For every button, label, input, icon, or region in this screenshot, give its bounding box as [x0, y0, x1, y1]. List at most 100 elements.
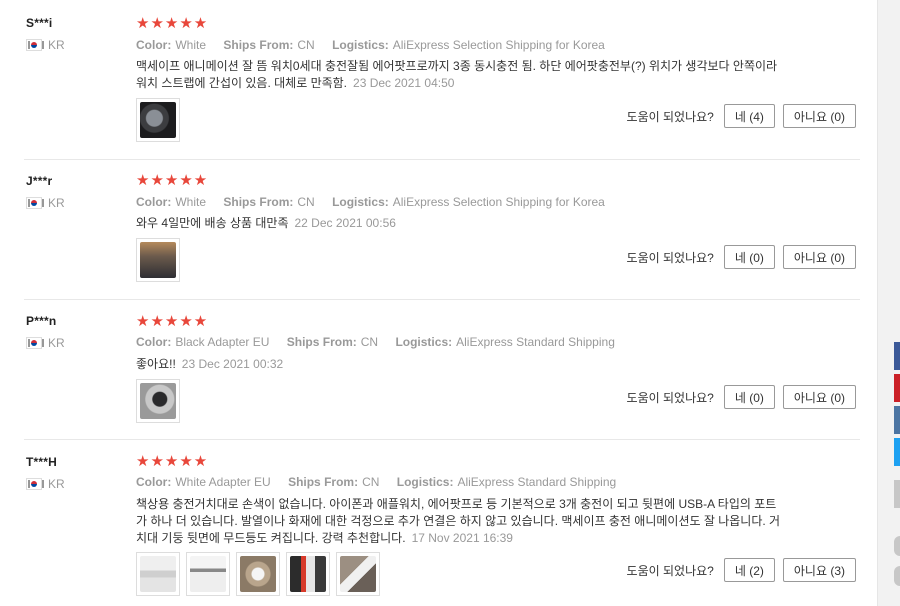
reviews-panel: S***i KR ★★★★★ Color: White Ships From: CN… [0, 0, 878, 606]
helpful-vote: 도움이 되었나요? 네 (0) 아니요 (0) [627, 385, 856, 409]
helpful-vote: 도움이 되었나요? 네 (2) 아니요 (3) [627, 558, 856, 582]
review-meta: Color: White Ships From: CN Logistics: AliE… [136, 195, 619, 209]
helpful-no-button[interactable]: 아니요 (3) [782, 558, 856, 582]
logistics-label: Logistics: [396, 475, 454, 489]
helpful-vote: 도움이 되었나요? 네 (4) 아니요 (0) [627, 104, 856, 128]
helpful-question: 도움이 되었나요? [626, 563, 714, 578]
review-photo[interactable] [136, 552, 180, 596]
kr-flag-icon [26, 39, 44, 51]
review-divider [24, 439, 860, 440]
helpful-question: 도움이 되었나요? [626, 390, 714, 405]
logistics-label: Logistics: [332, 195, 389, 209]
color-label: Color: [136, 38, 172, 52]
logistics-value: AliExpress Selection Shipping for Korea [392, 38, 605, 52]
review-photos [136, 238, 180, 282]
review-photos [136, 98, 180, 142]
review-photo[interactable] [286, 552, 330, 596]
review-meta: Color: Black Adapter EU Ships From: CN Log… [136, 335, 629, 349]
logistics-value: AliExpress Selection Shipping for Korea [392, 195, 605, 209]
review-meta: Color: White Ships From: CN Logistics: AliE… [136, 38, 619, 52]
country-code: KR [48, 477, 65, 491]
star-rating: ★★★★★ [136, 15, 209, 32]
helpful-question: 도움이 되었나요? [626, 109, 714, 124]
ships-from-label: Ships From: [223, 38, 294, 52]
charger-photo-icon [290, 556, 326, 592]
ships-from-label: Ships From: [223, 195, 294, 209]
review-meta: Color: White Adapter EU Ships From: CN Log… [136, 475, 630, 489]
feedback-icon[interactable] [894, 566, 900, 586]
reviewer-country: KR [26, 38, 65, 52]
reviewer-name: P***n [26, 314, 57, 328]
twitter-share-icon[interactable] [894, 438, 900, 466]
review-text: 와우 4일만에 배송 상품 대만족 22 Dec 2021 00:56 [136, 215, 786, 232]
ships-from-value: CN [360, 335, 379, 349]
country-code: KR [48, 336, 65, 350]
ships-from-value: CN [297, 195, 315, 209]
charger-photo-icon [240, 556, 276, 592]
review-body: 와우 4일만에 배송 상품 대만족 [136, 216, 289, 230]
ships-from-label: Ships From: [286, 335, 357, 349]
box-photo-icon [190, 556, 226, 592]
review-photos [136, 379, 180, 423]
logistics-label: Logistics: [332, 38, 389, 52]
review-photos [136, 552, 380, 596]
review-text: 맥세이프 애니메이션 잘 뜸 워치0세대 충전잘됨 에어팟프로까지 3종 동시충… [136, 58, 786, 92]
reviewer-name: J***r [26, 174, 53, 188]
kr-flag-icon [26, 337, 44, 349]
star-rating: ★★★★★ [136, 172, 209, 189]
review-body: 좋아요!! [136, 357, 176, 371]
vk-share-icon[interactable] [894, 406, 900, 434]
color-value: White Adapter EU [175, 475, 271, 489]
review-photo[interactable] [136, 238, 180, 282]
country-code: KR [48, 196, 65, 210]
review-photo[interactable] [186, 552, 230, 596]
charger-photo-icon [140, 383, 176, 419]
review-photo[interactable] [336, 552, 380, 596]
facebook-share-icon[interactable] [894, 342, 900, 370]
color-value: Black Adapter EU [175, 335, 270, 349]
charger-photo-icon [340, 556, 376, 592]
helpful-yes-button[interactable]: 네 (2) [723, 558, 775, 582]
star-rating: ★★★★★ [136, 313, 209, 330]
review-divider [24, 299, 860, 300]
box-photo-icon [140, 556, 176, 592]
reviewer-name: T***H [26, 455, 58, 469]
review-photo[interactable] [136, 379, 180, 423]
helpful-yes-button[interactable]: 네 (4) [723, 104, 775, 128]
review-date: 22 Dec 2021 00:56 [294, 216, 396, 230]
review-photo[interactable] [136, 98, 180, 142]
review-photo[interactable] [236, 552, 280, 596]
color-label: Color: [136, 195, 172, 209]
reviewer-country: KR [26, 196, 65, 210]
review-body: 맥세이프 애니메이션 잘 뜸 워치0세대 충전잘됨 에어팟프로까지 3종 동시충… [136, 59, 778, 90]
helpful-question: 도움이 되었나요? [626, 250, 714, 265]
review-date: 17 Nov 2021 16:39 [411, 531, 513, 545]
reviewer-name: S***i [26, 16, 53, 30]
star-rating: ★★★★★ [136, 453, 209, 470]
logistics-value: AliExpress Standard Shipping [457, 475, 617, 489]
helpful-yes-button[interactable]: 네 (0) [723, 245, 775, 269]
review-date: 23 Dec 2021 00:32 [181, 357, 284, 371]
reviewer-country: KR [26, 477, 65, 491]
review-text: 책상용 충전거치대로 손색이 없습니다. 아이폰과 애플워치, 에어팟프로 등 … [136, 496, 786, 547]
kr-flag-icon [26, 197, 44, 209]
share-more-icon[interactable] [894, 480, 900, 508]
country-code: KR [48, 38, 65, 52]
color-value: White [175, 195, 207, 209]
helpful-no-button[interactable]: 아니요 (0) [782, 385, 856, 409]
logistics-value: AliExpress Standard Shipping [456, 335, 615, 349]
review-divider [24, 159, 860, 160]
scroll-top-icon[interactable] [894, 536, 900, 556]
helpful-yes-button[interactable]: 네 (0) [723, 385, 775, 409]
helpful-no-button[interactable]: 아니요 (0) [782, 104, 856, 128]
pinterest-share-icon[interactable] [894, 374, 900, 402]
ships-from-value: CN [362, 475, 380, 489]
charger-photo-icon [140, 102, 176, 138]
helpful-vote: 도움이 되었나요? 네 (0) 아니요 (0) [627, 245, 856, 269]
ships-from-value: CN [297, 38, 315, 52]
ships-from-label: Ships From: [288, 475, 359, 489]
color-label: Color: [136, 475, 172, 489]
logistics-label: Logistics: [395, 335, 453, 349]
charger-photo-icon [140, 242, 176, 278]
helpful-no-button[interactable]: 아니요 (0) [782, 245, 856, 269]
